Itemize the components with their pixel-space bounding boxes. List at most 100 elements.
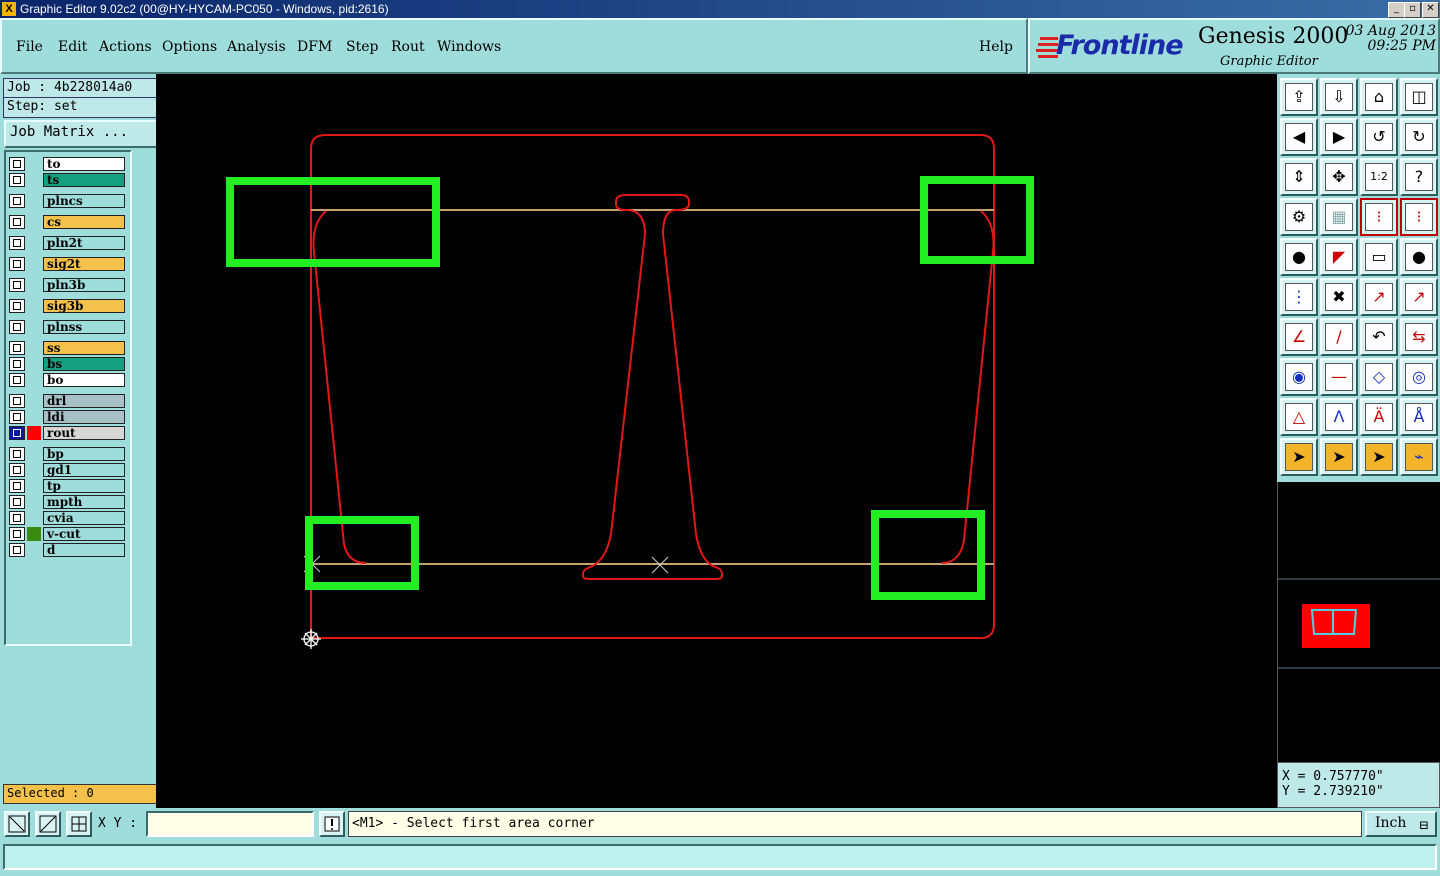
layer-row-pln3b[interactable]: pln3b bbox=[9, 278, 125, 292]
layer-checkbox[interactable] bbox=[9, 511, 25, 525]
layer-row-drl[interactable]: drl bbox=[9, 394, 125, 408]
layer-checkbox[interactable] bbox=[9, 479, 25, 493]
layer-checkbox[interactable] bbox=[9, 173, 25, 187]
layer-row-plnss[interactable]: plnss bbox=[9, 320, 125, 334]
layer-name[interactable]: cs bbox=[43, 215, 125, 229]
pointer-box-button[interactable]: ➤ bbox=[1320, 438, 1358, 476]
layer-row-bo[interactable]: bo bbox=[9, 373, 125, 387]
next-step-button[interactable]: ▶ bbox=[1320, 118, 1358, 156]
place-pad-button[interactable]: ◉ bbox=[1280, 358, 1318, 396]
menu-options[interactable]: Options bbox=[162, 39, 217, 55]
add-point-button[interactable]: ↗ bbox=[1400, 278, 1438, 316]
home-button[interactable]: ⌂ bbox=[1360, 78, 1398, 116]
units-selector[interactable]: Inch ⊟ bbox=[1365, 811, 1437, 837]
layer-row-mpth[interactable]: mpth bbox=[9, 495, 125, 509]
split-view-button[interactable]: ◫ bbox=[1400, 78, 1438, 116]
layer-row-sig3b[interactable]: sig3b bbox=[9, 299, 125, 313]
menu-dfm[interactable]: DFM bbox=[297, 39, 332, 55]
scale-1-2-button[interactable]: 1:2 bbox=[1360, 158, 1398, 196]
layer-row-tp[interactable]: tp bbox=[9, 479, 125, 493]
layer-checkbox[interactable] bbox=[9, 299, 25, 313]
layer-checkbox[interactable] bbox=[9, 278, 25, 292]
grid-button[interactable]: ▦ bbox=[1320, 198, 1358, 236]
layer-name[interactable]: tp bbox=[43, 479, 125, 493]
layer-name[interactable]: bs bbox=[43, 357, 125, 371]
menu-analysis[interactable]: Analysis bbox=[227, 39, 286, 55]
layer-name[interactable]: ldi bbox=[43, 410, 125, 424]
layer-display-alt-button[interactable]: ⁝ bbox=[1400, 198, 1438, 236]
layer-row-cvia[interactable]: cvia bbox=[9, 511, 125, 525]
layer-checkbox[interactable] bbox=[9, 194, 25, 208]
layer-checkbox[interactable] bbox=[9, 236, 25, 250]
feature-delete-button[interactable]: ✖ bbox=[1320, 278, 1358, 316]
layer-checkbox[interactable] bbox=[9, 527, 25, 541]
menu-windows[interactable]: Windows bbox=[437, 39, 501, 55]
arc-button[interactable]: ↶ bbox=[1360, 318, 1398, 356]
layer-name[interactable]: pln3b bbox=[43, 278, 125, 292]
layer-row-bs[interactable]: bs bbox=[9, 357, 125, 371]
route-pointer-button[interactable]: ⌁ bbox=[1400, 438, 1438, 476]
snap-mode-button[interactable] bbox=[4, 811, 30, 837]
board-drawing[interactable] bbox=[156, 74, 1277, 808]
redo-button[interactable]: ↻ bbox=[1400, 118, 1438, 156]
menu-help[interactable]: Help bbox=[979, 39, 1013, 55]
layer-checkbox[interactable] bbox=[9, 373, 25, 387]
layer-name[interactable]: bp bbox=[43, 447, 125, 461]
layer-checkbox[interactable] bbox=[9, 320, 25, 334]
layer-checkbox[interactable] bbox=[9, 447, 25, 461]
layer-checkbox[interactable] bbox=[9, 215, 25, 229]
layer-name[interactable]: v-cut bbox=[43, 527, 125, 541]
feature-select-button[interactable]: ● bbox=[1280, 238, 1318, 276]
graphic-canvas[interactable] bbox=[156, 74, 1277, 808]
layer-row-plncs[interactable]: plncs bbox=[9, 194, 125, 208]
angle-mode-button[interactable] bbox=[35, 811, 61, 837]
layer-row-ss[interactable]: ss bbox=[9, 341, 125, 355]
layer-checkbox[interactable] bbox=[9, 543, 25, 557]
line-color-button[interactable]: ◤ bbox=[1320, 238, 1358, 276]
layer-name[interactable]: cvia bbox=[43, 511, 125, 525]
layer-row-v-cut[interactable]: v-cut bbox=[9, 527, 125, 541]
save-job-button[interactable]: ⇩ bbox=[1320, 78, 1358, 116]
xy-input[interactable] bbox=[146, 811, 314, 837]
ruler-button[interactable]: ▭ bbox=[1360, 238, 1398, 276]
overview-map[interactable] bbox=[1277, 482, 1440, 762]
layer-name[interactable]: sig2t bbox=[43, 257, 125, 271]
layer-checkbox[interactable] bbox=[9, 157, 25, 171]
pointer-orange-button[interactable]: ➤ bbox=[1360, 438, 1398, 476]
maximize-button[interactable]: ▫ bbox=[1404, 2, 1421, 18]
layer-name[interactable]: plnss bbox=[43, 320, 125, 334]
layer-checkbox[interactable] bbox=[9, 394, 25, 408]
layer-name[interactable]: plncs bbox=[43, 194, 125, 208]
add-line-button[interactable]: ↗ bbox=[1360, 278, 1398, 316]
menu-file[interactable]: File bbox=[16, 39, 43, 55]
zoom-fit-button[interactable]: ⇕ bbox=[1280, 158, 1318, 196]
flip-button[interactable]: ⇆ bbox=[1400, 318, 1438, 356]
layer-checkbox[interactable] bbox=[9, 257, 25, 271]
line-center-button[interactable]: — bbox=[1320, 358, 1358, 396]
layer-name[interactable]: pln2t bbox=[43, 236, 125, 250]
layer-name[interactable]: d bbox=[43, 543, 125, 557]
help-button[interactable]: ? bbox=[1400, 158, 1438, 196]
layer-row-ldi[interactable]: ldi bbox=[9, 410, 125, 424]
layer-row-d[interactable]: d bbox=[9, 543, 125, 557]
layer-row-sig2t[interactable]: sig2t bbox=[9, 257, 125, 271]
snap-settings-button[interactable]: ⚙ bbox=[1280, 198, 1318, 236]
layer-name[interactable]: gd1 bbox=[43, 463, 125, 477]
pointer-button[interactable]: ➤ bbox=[1280, 438, 1318, 476]
arrow-up-button[interactable]: Λ bbox=[1320, 398, 1358, 436]
pad-button[interactable]: ● bbox=[1400, 238, 1438, 276]
netlist-button[interactable]: ⋮ bbox=[1280, 278, 1318, 316]
shapes-button[interactable]: ◎ bbox=[1400, 358, 1438, 396]
layer-row-bp[interactable]: bp bbox=[9, 447, 125, 461]
a-shape-button[interactable]: Ä bbox=[1360, 398, 1398, 436]
layer-checkbox[interactable] bbox=[9, 357, 25, 371]
layer-row-to[interactable]: to bbox=[9, 157, 125, 171]
minimize-button[interactable]: _ bbox=[1388, 2, 1405, 18]
layer-name[interactable]: to bbox=[43, 157, 125, 171]
execute-button[interactable] bbox=[319, 811, 345, 837]
measure-button[interactable]: ◇ bbox=[1360, 358, 1398, 396]
menu-edit[interactable]: Edit bbox=[58, 39, 87, 55]
layer-name[interactable]: drl bbox=[43, 394, 125, 408]
close-button[interactable]: ✕ bbox=[1422, 2, 1439, 18]
layer-checkbox[interactable] bbox=[9, 495, 25, 509]
